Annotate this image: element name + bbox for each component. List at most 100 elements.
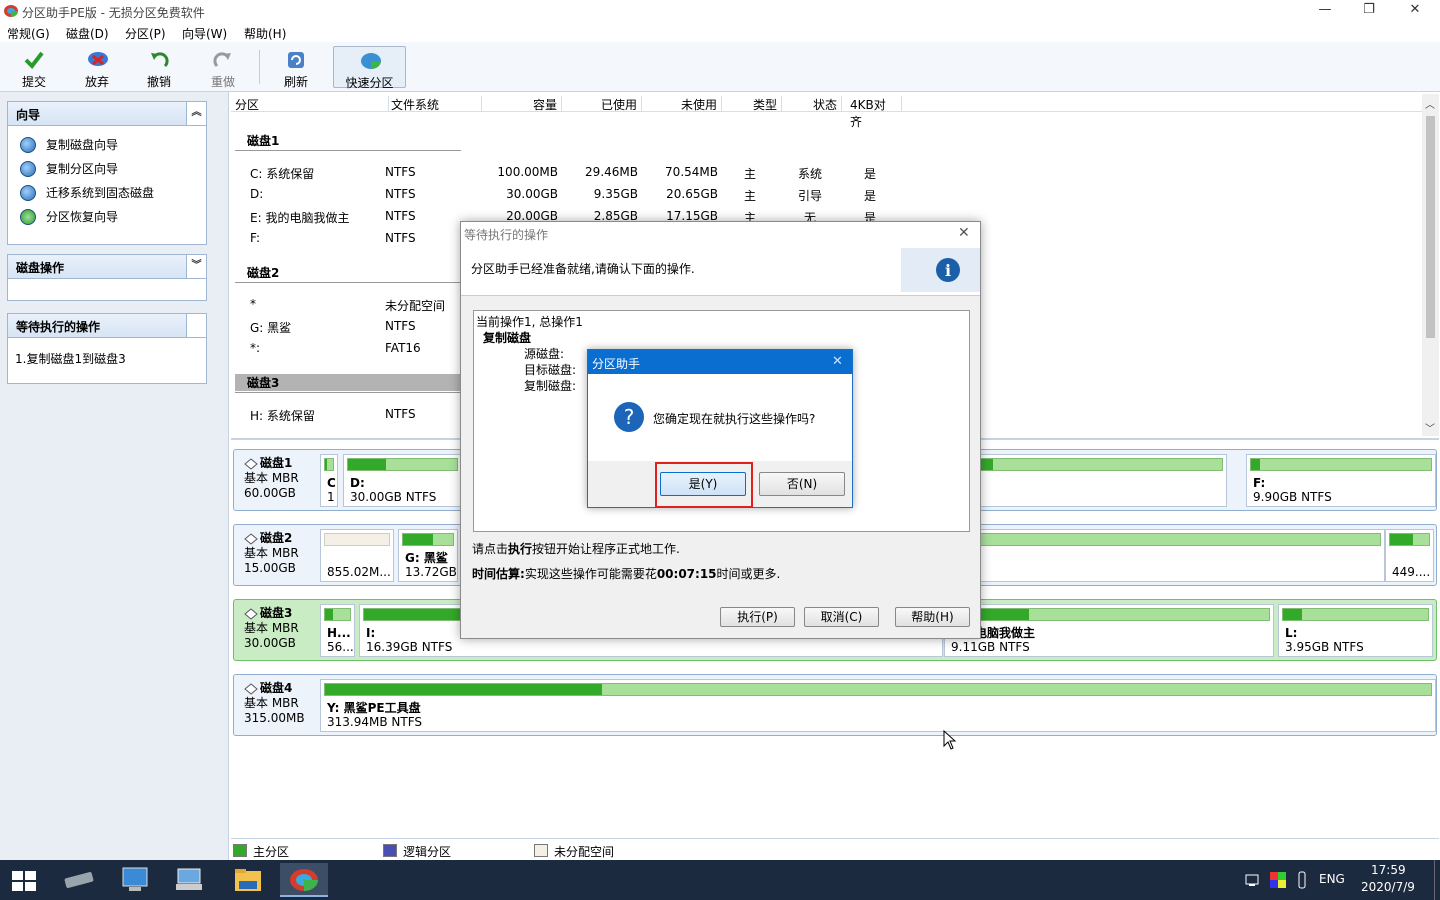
color-icon[interactable] [1270,872,1286,888]
partition-block[interactable]: D: 30.00GB NTFS [343,454,462,507]
partition-block[interactable]: 449.... [1385,529,1434,582]
partition-block[interactable]: 855.02M... [320,529,394,582]
quick-partition-button[interactable]: 快速分区 [333,46,406,90]
col-used[interactable]: 已使用 [562,96,642,112]
clock-date[interactable]: 2020/7/9 [1361,880,1415,894]
table-cell: F: [250,231,261,245]
no-button[interactable]: 否(N) [759,472,845,496]
disk-info: 磁盘4 基本 MBR 315.00MB [244,681,318,726]
language-indicator[interactable]: ENG [1319,872,1345,886]
close-button[interactable]: ✕ [1392,2,1438,20]
menu-help[interactable]: 帮助(H) [244,25,286,42]
col-type[interactable]: 类型 [722,96,782,112]
wizard-partition-recovery[interactable]: 分区恢复向导 [20,208,118,228]
partition-block[interactable]: 我的电脑我做主 9.11GB NTFS [944,604,1274,657]
table-scrollbar[interactable]: ︿ ﹀ [1422,94,1439,436]
partition-size: 56... [327,640,354,654]
maximize-button[interactable]: ❐ [1346,2,1392,20]
help-button[interactable]: 帮助(H) [895,607,970,627]
col-partition[interactable]: 分区 [235,96,389,112]
wizard-copy-partition[interactable]: 复制分区向导 [20,160,118,180]
legend-primary: 主分区 [233,843,289,860]
toggle-icon[interactable] [186,314,206,337]
usage-fill [325,459,328,470]
table-cell: 9.35GB [593,187,638,201]
scroll-down-icon[interactable]: ﹀ [1425,420,1435,435]
wizard-copy-disk[interactable]: 复制磁盘向导 [20,136,118,156]
disk-info: 磁盘3 基本 MBR 30.00GB [244,606,318,651]
partition-block[interactable]: C1 [320,454,338,507]
close-icon[interactable]: ✕ [958,225,970,241]
scroll-thumb[interactable] [1426,116,1435,338]
computer-icon[interactable] [111,863,159,897]
undo-button[interactable]: 撤销 [131,46,187,89]
cancel-button[interactable]: 取消(C) [804,607,879,627]
usage-bar [402,533,454,546]
col-4k-align[interactable]: 4KB对齐 [842,96,902,129]
table-row[interactable]: D: NTFS 30.00GB 9.35GB 20.65GB 主 引导 是 [231,187,931,207]
close-icon[interactable]: ✕ [832,354,843,369]
disk-ops-header[interactable]: 磁盘操作 ︾ [8,255,206,279]
partition-block[interactable]: H... 56... [320,604,355,657]
minimize-button[interactable]: — [1302,2,1348,20]
windows-start-icon[interactable] [12,871,36,891]
usage-bar [1250,458,1432,471]
drive-icon[interactable] [55,863,103,897]
discard-icon [88,52,108,66]
disk-map-row[interactable]: 磁盘4 基本 MBR 315.00MB Y: 黑鲨PE工具盘 313.94MB NTFS [233,674,1437,736]
yes-button[interactable]: 是(Y) [660,472,746,496]
table-cell: 30.00GB [506,187,558,201]
disk-icon [244,608,258,620]
execute-button[interactable]: 执行(P) [720,607,795,627]
partition-block[interactable]: F: 9.90GB NTFS [1246,454,1436,507]
clock-time[interactable]: 17:59 [1371,863,1406,877]
table-cell: D: [250,187,264,201]
network-icon[interactable] [1245,873,1261,887]
file-explorer-icon[interactable] [224,863,272,897]
table-disk-title[interactable]: 磁盘3 [235,374,461,391]
partition-block[interactable]: L: 3.95GB NTFS [1278,604,1433,657]
usage-fill [348,459,387,470]
table-row[interactable]: C: 系统保留 NTFS 100.00MB 29.46MB 70.54MB 主 系统 是 [231,165,931,185]
wizard-migrate-os[interactable]: 迁移系统到固态磁盘 [20,184,154,204]
table-cell: C: 系统保留 [250,167,315,181]
col-filesystem[interactable]: 文件系统 [389,96,482,112]
submit-button[interactable]: 提交 [6,46,62,89]
partition-block[interactable]: 主 [947,454,1227,507]
table-cell: 20.65GB [666,187,718,201]
table-disk-title[interactable]: 磁盘2 [247,264,279,281]
menu-wizard[interactable]: 向导(W) [182,25,227,42]
menu-disk[interactable]: 磁盘(D) [66,25,109,42]
table-cell: H: 系统保留 [250,409,315,423]
usb-icon[interactable] [1296,871,1308,889]
partition-label: C [327,476,336,490]
confirm-dialog-body: ? 您确定现在就执行这些操作吗? [588,374,852,461]
discard-button[interactable]: 放弃 [69,46,125,89]
collapse-icon[interactable]: ︽ [186,102,206,125]
wizard-panel-header[interactable]: 向导 ︽ [8,102,206,126]
disk-size: 60.00GB [244,486,296,500]
pending-ops-header[interactable]: 等待执行的操作 [8,314,206,338]
mouse-cursor-icon [943,730,957,750]
table-disk-title[interactable]: 磁盘1 [247,132,279,149]
expand-icon[interactable]: ︾ [186,255,206,278]
usage-fill [1390,534,1414,545]
window-title: 分区助手PE版 - 无损分区免费软件 [22,6,205,20]
pending-dialog-banner: 分区助手已经准备就绪,请确认下面的操作. i [461,244,980,296]
menu-partition[interactable]: 分区(P) [125,25,166,42]
partition-assistant-task-icon[interactable] [280,863,328,897]
redo-button[interactable]: 重做 [195,46,251,89]
usage-fill [325,609,333,620]
partition-label: L: [1285,626,1298,640]
show-desktop-button[interactable] [1434,860,1435,900]
partition-block[interactable]: G: 黑鲨 13.72GB [398,529,458,582]
col-status[interactable]: 状态 [782,96,842,112]
keyboard-icon[interactable] [166,863,214,897]
col-capacity[interactable]: 容量 [482,96,562,112]
pending-op-item[interactable]: 1.复制磁盘1到磁盘3 [15,350,126,367]
partition-block[interactable]: Y: 黑鲨PE工具盘 313.94MB NTFS [320,679,1436,732]
menu-general[interactable]: 常规(G) [7,25,50,42]
scroll-up-icon[interactable]: ︿ [1425,96,1435,111]
col-unused[interactable]: 未使用 [642,96,722,112]
refresh-button[interactable]: 刷新 [268,46,324,89]
